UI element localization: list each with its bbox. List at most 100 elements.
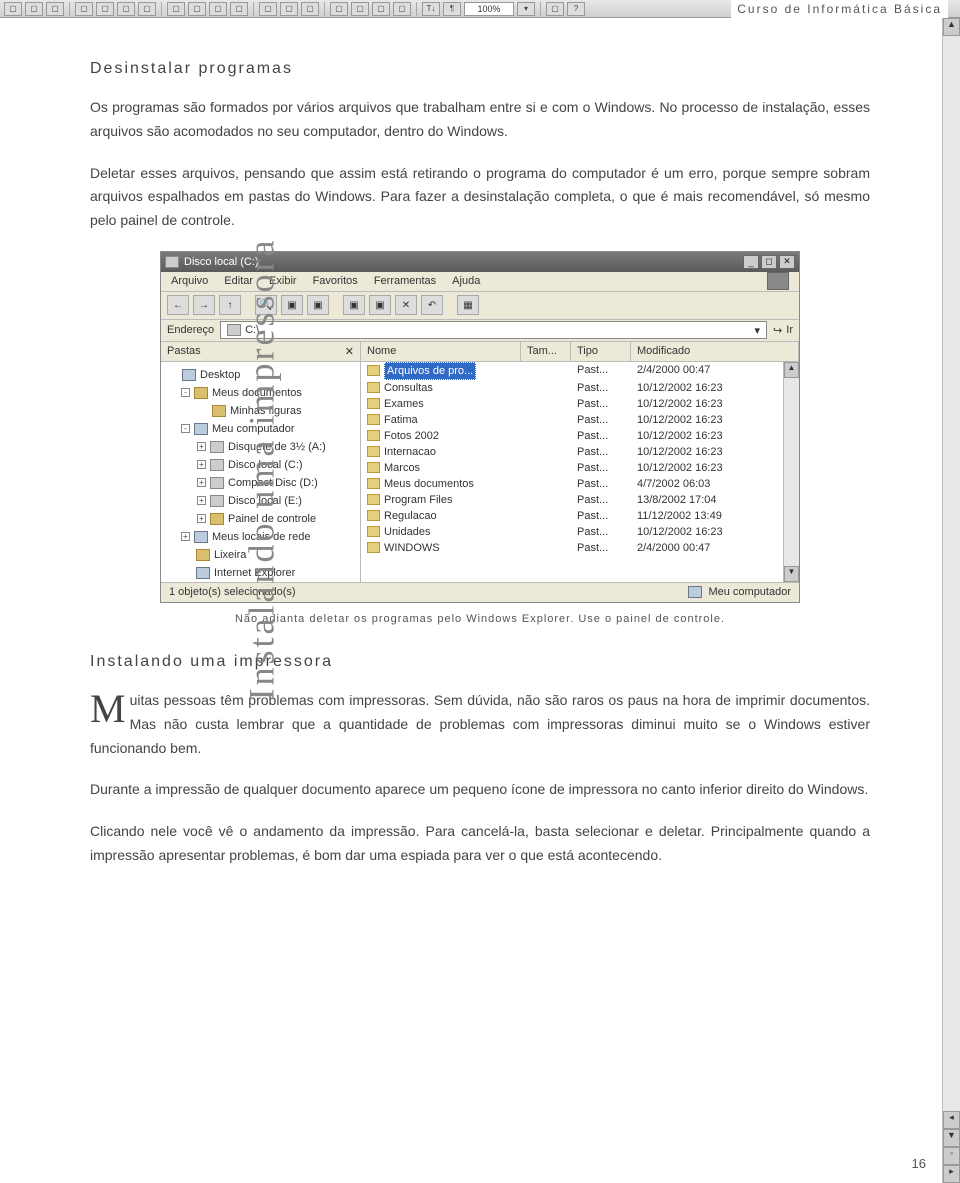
go-icon: ↪ [773,324,782,337]
computer-icon [194,423,208,435]
toolbar-btn[interactable]: ▢ [46,2,64,16]
scroll-up-icon[interactable]: ▲ [784,362,799,378]
toolbar-btn[interactable]: ▢ [393,2,411,16]
undo-icon[interactable]: ↶ [421,295,443,315]
chevron-down-icon[interactable]: ▾ [755,324,761,337]
drive-icon [165,256,179,268]
table-row[interactable]: FatimaPast...10/12/2002 16:23 [361,412,799,428]
cell-size [521,428,571,444]
expand-box-icon[interactable]: + [197,442,206,451]
toolbar-btn[interactable]: ▢ [25,2,43,16]
address-field[interactable]: C:\ ▾ [220,321,767,339]
cell-size [521,380,571,396]
expand-box-icon[interactable]: + [197,460,206,469]
cell-name: Arquivos de pro... [384,362,476,380]
cell-name: Meus documentos [384,476,474,492]
toolbar-btn[interactable]: T↓ [422,2,440,16]
move-icon[interactable]: ▣ [343,295,365,315]
toolbar-separator [253,2,254,16]
toolbar-btn[interactable]: ▢ [117,2,135,16]
scroll-up-icon[interactable]: ▲ [943,18,960,36]
expand-box-icon[interactable]: + [197,514,206,523]
table-row[interactable]: Arquivos de pro...Past...2/4/2000 00:47 [361,362,799,380]
toolbar-btn[interactable]: ▢ [280,2,298,16]
up-button[interactable]: ↑ [219,295,241,315]
back-button[interactable]: ← [167,295,189,315]
table-row[interactable]: Meus documentosPast...4/7/2002 06:03 [361,476,799,492]
toolbar-btn[interactable]: ▢ [259,2,277,16]
cell-name: Fatima [384,412,418,428]
computer-icon [688,586,702,598]
expand-box-icon[interactable]: + [197,478,206,487]
toolbar-btn[interactable]: ¶ [443,2,461,16]
next-page-icon[interactable]: ▸ [943,1165,960,1183]
history-icon[interactable]: ▣ [307,295,329,315]
table-row[interactable]: RegulacaoPast...11/12/2002 13:49 [361,508,799,524]
nav-icon[interactable]: ◦ [943,1147,960,1165]
menu-arquivo[interactable]: Arquivo [171,275,208,287]
table-row[interactable]: Program FilesPast...13/8/2002 17:04 [361,492,799,508]
toolbar-btn[interactable]: ▢ [4,2,22,16]
folder-icon [196,549,210,561]
menu-ferramentas[interactable]: Ferramentas [374,275,436,287]
go-label: Ir [786,324,793,336]
folders-icon[interactable]: ▣ [281,295,303,315]
toolbar-btn[interactable]: ▢ [351,2,369,16]
toolbar-btn[interactable]: ▢ [372,2,390,16]
forward-button[interactable]: → [193,295,215,315]
list-scrollbar[interactable]: ▲ ▼ [783,362,799,582]
views-icon[interactable]: ▦ [457,295,479,315]
cell-size [521,396,571,412]
zoom-field[interactable]: 100% [464,2,514,16]
col-date-header[interactable]: Modificado [631,342,799,361]
cell-type: Past... [571,476,631,492]
folder-icon [194,387,208,399]
col-type-header[interactable]: Tipo [571,342,631,361]
menu-ajuda[interactable]: Ajuda [452,275,480,287]
table-row[interactable]: ExamesPast...10/12/2002 16:23 [361,396,799,412]
paragraph: Durante a impressão de qualquer document… [90,778,870,802]
table-row[interactable]: InternacaoPast...10/12/2002 16:23 [361,444,799,460]
table-row[interactable]: ConsultasPast...10/12/2002 16:23 [361,380,799,396]
cell-type: Past... [571,444,631,460]
toolbar-btn[interactable]: ▢ [230,2,248,16]
expand-box-icon[interactable]: - [181,424,190,433]
folder-icon [367,462,380,473]
expand-box-icon[interactable]: + [197,496,206,505]
close-icon[interactable]: ✕ [345,345,354,358]
toolbar-btn[interactable]: ? [567,2,585,16]
cell-size [521,476,571,492]
maximize-button[interactable]: ◻ [761,255,777,269]
table-row[interactable]: WINDOWSPast...2/4/2000 00:47 [361,540,799,556]
expand-box-icon[interactable]: + [181,532,190,541]
scroll-down-icon[interactable]: ▼ [943,1129,960,1147]
table-row[interactable]: MarcosPast...10/12/2002 16:23 [361,460,799,476]
page-scrollbar[interactable]: ▲ ◂ ▼ ◦ ▸ [942,18,960,1183]
toolbar-btn[interactable]: ▢ [138,2,156,16]
close-button[interactable]: ✕ [779,255,795,269]
file-list-panel: Nome Tam... Tipo Modificado Arquivos de … [361,342,799,582]
col-size-header[interactable]: Tam... [521,342,571,361]
status-location: Meu computador [708,586,791,598]
delete-icon[interactable]: ✕ [395,295,417,315]
copy-icon[interactable]: ▣ [369,295,391,315]
toolbar-btn[interactable]: ▢ [209,2,227,16]
toolbar-btn[interactable]: ▢ [75,2,93,16]
toolbar-btn[interactable]: ▢ [546,2,564,16]
zoom-dropdown-icon[interactable]: ▾ [517,2,535,16]
cell-size [521,362,571,380]
table-row[interactable]: UnidadesPast...10/12/2002 16:23 [361,524,799,540]
table-row[interactable]: Fotos 2002Past...10/12/2002 16:23 [361,428,799,444]
col-name-header[interactable]: Nome [361,342,521,361]
toolbar-btn[interactable]: ▢ [330,2,348,16]
scroll-down-icon[interactable]: ▼ [784,566,799,582]
toolbar-btn[interactable]: ▢ [96,2,114,16]
toolbar-btn[interactable]: ▢ [167,2,185,16]
minimize-button[interactable]: _ [743,255,759,269]
prev-page-icon[interactable]: ◂ [943,1111,960,1129]
menu-favoritos[interactable]: Favoritos [313,275,358,287]
expand-box-icon[interactable]: - [181,388,190,397]
toolbar-btn[interactable]: ▢ [188,2,206,16]
go-button[interactable]: ↪ Ir [773,324,793,337]
toolbar-btn[interactable]: ▢ [301,2,319,16]
